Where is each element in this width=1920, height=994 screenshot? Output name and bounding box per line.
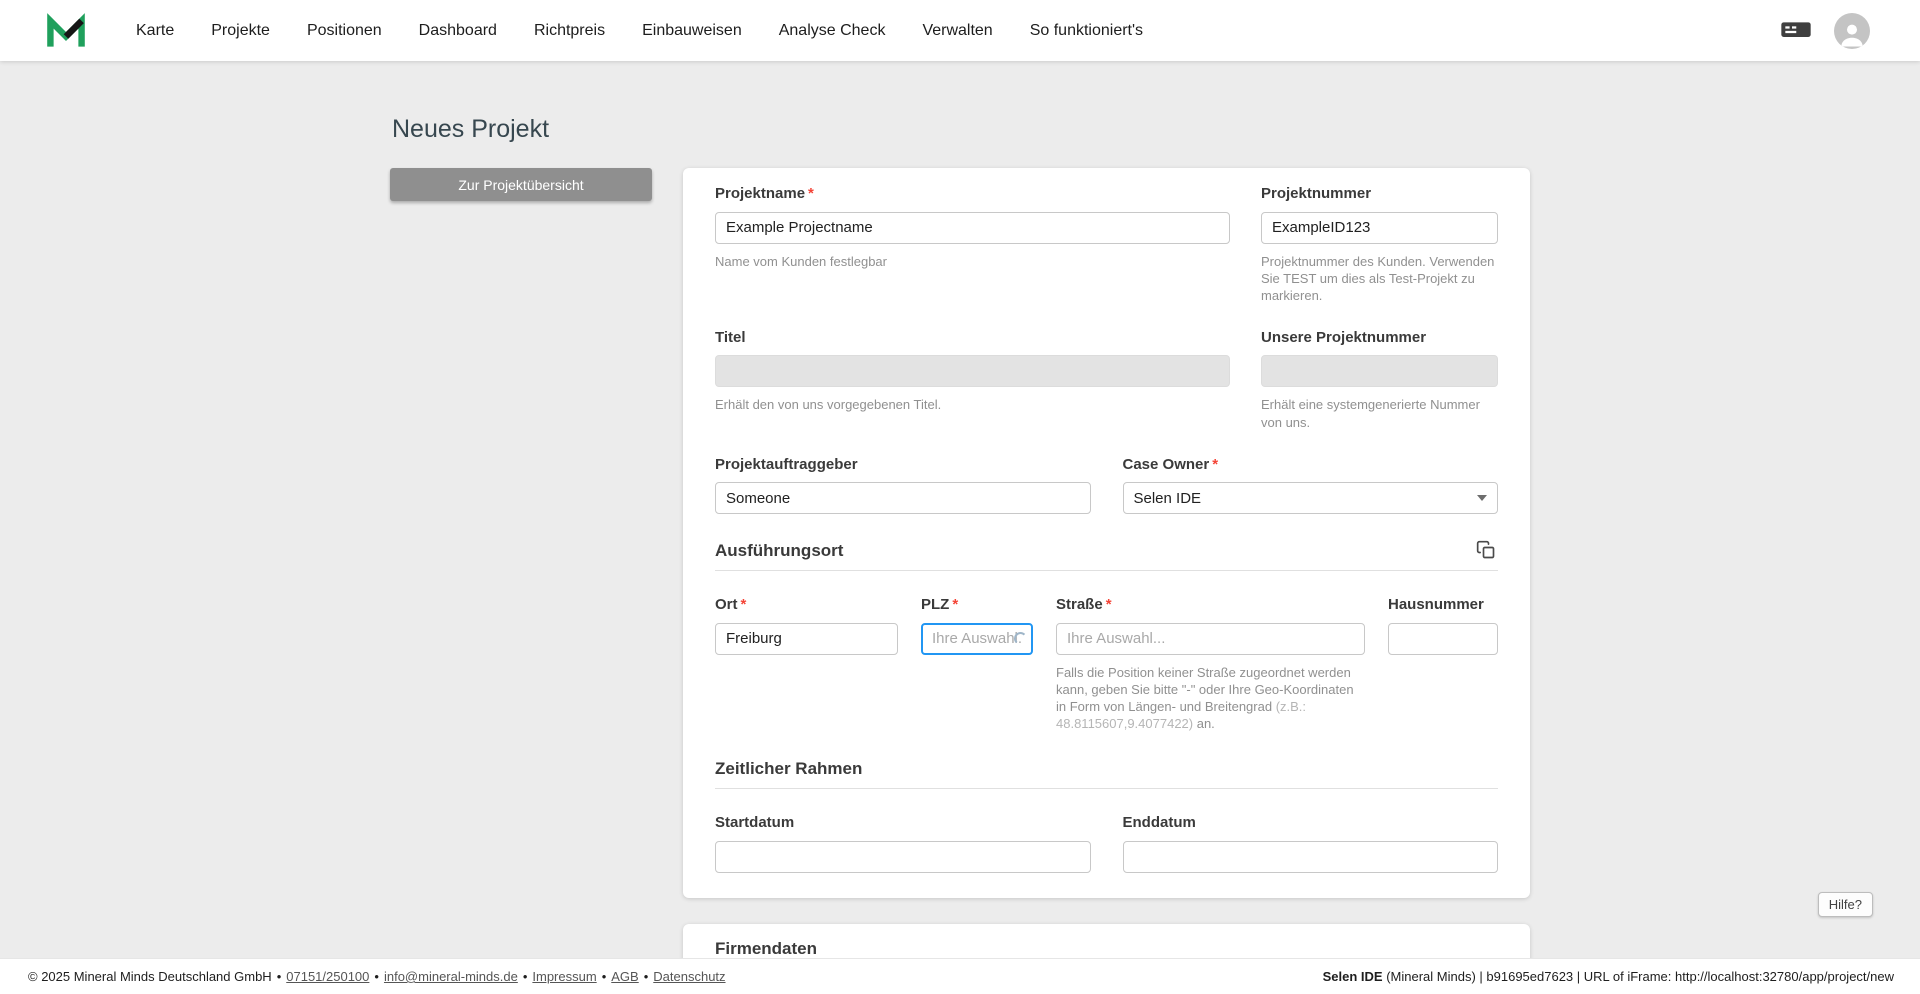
projektname-label: Projektname (715, 185, 806, 202)
footer-session-info: Selen IDE (Mineral Minds) | b91695ed7623… (1323, 969, 1894, 984)
required-marker: * (1105, 596, 1112, 614)
navbar-right (1780, 12, 1870, 49)
footer-link-phone[interactable]: 07151/250100 (286, 969, 369, 984)
mineral-minds-logo-icon (47, 12, 85, 47)
field-titel: Titel Erhält den von uns vorgegebenen Ti… (715, 328, 1230, 431)
help-button[interactable]: Hilfe? (1817, 892, 1873, 917)
main-area: Neues Projekt Zur Projektübersicht Proje… (0, 61, 1920, 972)
projektauftraggeber-input[interactable] (715, 482, 1091, 515)
nav-item-projekte[interactable]: Projekte (211, 22, 270, 40)
footer-link-datenschutz[interactable]: Datenschutz (653, 969, 725, 984)
startdatum-input[interactable] (715, 840, 1091, 873)
enddatum-input[interactable] (1122, 840, 1498, 873)
separator: • (522, 969, 528, 984)
projektname-helper: Name vom Kunden festlegbar (715, 253, 887, 269)
nav-item-so-funktionierts[interactable]: So funktioniert's (1030, 22, 1143, 40)
user-avatar-icon (1834, 12, 1870, 49)
separator: • (276, 969, 282, 984)
hausnummer-label: Hausnummer (1388, 596, 1484, 614)
footer: © 2025 Mineral Minds Deutschland GmbH • … (0, 958, 1920, 994)
server-icon (1780, 16, 1812, 45)
nav-item-dashboard[interactable]: Dashboard (419, 22, 497, 40)
nav-item-richtpreis[interactable]: Richtpreis (534, 22, 605, 40)
copyright-text: © 2025 Mineral Minds Deutschland GmbH (28, 969, 272, 984)
separator: • (374, 969, 379, 984)
field-projektname: Projektname* Name vom Kunden festlegbar (715, 185, 1230, 304)
session-user: Selen IDE (1322, 969, 1383, 984)
top-navbar: Karte Projekte Positionen Dashboard Rich… (0, 0, 1920, 61)
field-case-owner: Case Owner * Selen IDE (1122, 455, 1498, 515)
section-title-firmendaten: Firmendaten (715, 938, 818, 958)
case-owner-value: Selen IDE (1133, 489, 1202, 507)
nav-item-positionen[interactable]: Positionen (307, 22, 382, 40)
case-owner-label: Case Owner (1122, 455, 1210, 473)
hausnummer-input[interactable] (1388, 622, 1498, 655)
field-plz: PLZ * (921, 597, 1033, 732)
nav-item-karte[interactable]: Karte (136, 22, 174, 40)
logo[interactable] (44, 9, 88, 53)
copy-icon (1476, 540, 1496, 563)
user-menu-button[interactable] (1834, 12, 1870, 49)
required-marker: * (740, 596, 747, 614)
section-title-ausfuehrungsort: Ausführungsort (715, 541, 844, 561)
session-details: (Mineral Minds) | b91695ed7623 | URL of … (1382, 969, 1894, 984)
footer-link-impressum[interactable]: Impressum (532, 969, 596, 984)
chevron-down-icon (1477, 495, 1487, 502)
strasse-label: Straße (1056, 596, 1103, 614)
projektnummer-input[interactable] (1261, 211, 1498, 244)
field-projektnummer: Projektnummer Projektnummer des Kunden. … (1261, 185, 1498, 304)
titel-helper: Erhält den von uns vorgegebenen Titel. (715, 397, 942, 413)
copy-location-button[interactable] (1474, 538, 1498, 565)
nav-item-verwalten[interactable]: Verwalten (922, 22, 992, 40)
field-startdatum: Startdatum (715, 815, 1091, 873)
required-marker: * (808, 185, 814, 202)
required-marker: * (952, 596, 959, 614)
section-divider (715, 788, 1498, 790)
ort-input[interactable] (715, 622, 898, 655)
projektauftraggeber-label: Projektauftraggeber (715, 455, 858, 473)
back-to-project-overview-button[interactable]: Zur Projektübersicht (390, 168, 652, 201)
field-ort: Ort * (715, 597, 898, 732)
required-marker: * (1212, 455, 1219, 473)
section-title-zeitlicher-rahmen: Zeitlicher Rahmen (715, 759, 863, 779)
field-projektauftraggeber: Projektauftraggeber (715, 455, 1091, 515)
unsere-projektnummer-label: Unsere Projektnummer (1261, 328, 1427, 346)
field-enddatum: Enddatum (1122, 814, 1498, 873)
field-unsere-projektnummer: Unsere Projektnummer Erhält eine systemg… (1261, 328, 1498, 431)
section-divider (715, 570, 1498, 572)
strasse-helper: Falls die Position keiner Straße zugeord… (1056, 664, 1354, 732)
unsere-projektnummer-helper: Erhält eine systemgenerierte Nummer von … (1261, 397, 1480, 430)
projektnummer-helper: Projektnummer des Kunden. Verwenden Sie … (1261, 253, 1495, 303)
nav-item-analyse-check[interactable]: Analyse Check (779, 22, 886, 40)
startdatum-label: Startdatum (715, 814, 795, 832)
projektnummer-label: Projektnummer (1261, 185, 1372, 202)
separator: • (601, 969, 607, 984)
footer-left: © 2025 Mineral Minds Deutschland GmbH • … (28, 969, 726, 984)
strasse-input[interactable] (1056, 622, 1365, 655)
field-strasse: Straße* Falls die Position keiner Straße… (1056, 597, 1365, 732)
enddatum-label: Enddatum (1122, 814, 1196, 832)
footer-link-agb[interactable]: AGB (611, 969, 638, 984)
ort-label: Ort (715, 596, 738, 614)
field-hausnummer: Hausnummer (1388, 597, 1498, 732)
server-button[interactable] (1780, 16, 1812, 45)
project-form-card: Projektname* Name vom Kunden festlegbar … (683, 168, 1530, 898)
separator: • (643, 969, 649, 984)
titel-input (715, 355, 1230, 388)
loading-spinner-icon (1014, 631, 1027, 645)
main-nav: Karte Projekte Positionen Dashboard Rich… (136, 22, 1143, 40)
nav-item-einbauweisen[interactable]: Einbauweisen (642, 22, 742, 40)
unsere-projektnummer-input (1261, 355, 1498, 388)
titel-label: Titel (715, 328, 746, 346)
case-owner-select[interactable]: Selen IDE (1122, 482, 1498, 515)
page-title: Neues Projekt (392, 115, 550, 143)
left-column: Zur Projektübersicht (390, 168, 652, 201)
projektname-input[interactable] (715, 211, 1230, 244)
plz-label: PLZ (921, 596, 950, 614)
footer-link-email[interactable]: info@mineral-minds.de (384, 969, 518, 984)
